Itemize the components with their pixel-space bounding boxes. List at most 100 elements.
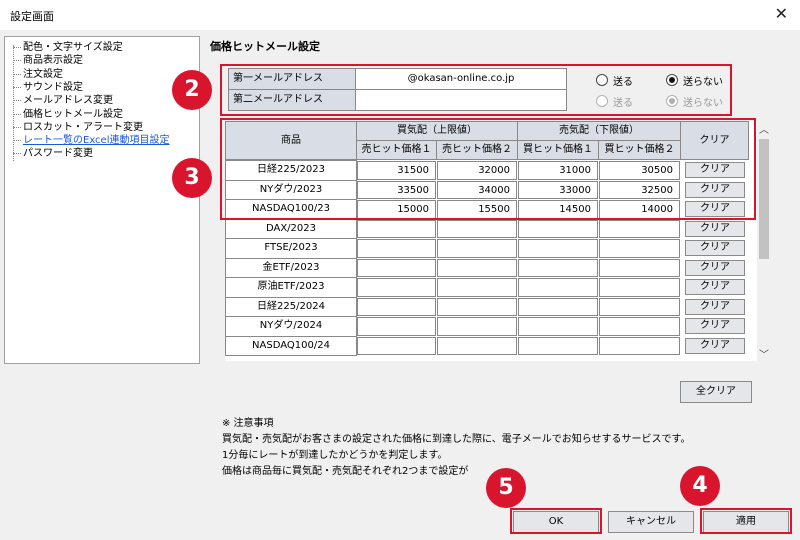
price-input[interactable] <box>599 258 680 277</box>
second-email-field[interactable] <box>355 89 567 111</box>
tree-item[interactable]: 注文設定 <box>13 68 63 81</box>
price-input[interactable] <box>599 219 680 238</box>
tree-item[interactable]: 商品表示設定 <box>13 54 83 67</box>
price-input[interactable] <box>437 239 517 258</box>
tree-item[interactable]: パスワード変更 <box>13 147 93 160</box>
price-input[interactable] <box>599 297 680 316</box>
price-input[interactable] <box>437 219 517 238</box>
row-clear-button[interactable]: クリア <box>685 181 745 198</box>
price-input[interactable] <box>357 297 436 316</box>
tree-item[interactable]: メールアドレス変更 <box>13 94 113 107</box>
first-email-label: 第一メールアドレス <box>228 68 356 90</box>
tree-item[interactable]: レート一覧のExcel連動項目設定 <box>13 134 170 147</box>
radio-off-icon <box>596 74 608 86</box>
price-input[interactable]: 33500 <box>357 180 436 199</box>
price-input[interactable] <box>599 239 680 258</box>
price-input[interactable] <box>437 258 517 277</box>
grid-scrollbar[interactable]: ︿ ﹀ <box>757 121 771 361</box>
product-name: 原油ETF/2023 <box>225 277 357 298</box>
header-sell: 売気配（下限値） <box>517 121 681 141</box>
notes-line: 1分毎にレートが到達したかどうかを判定します。 <box>222 450 448 461</box>
price-input[interactable]: 14000 <box>599 200 680 219</box>
price-input[interactable] <box>518 297 598 316</box>
price-input[interactable] <box>357 258 436 277</box>
scroll-up-icon[interactable]: ︿ <box>759 121 769 136</box>
price-input[interactable] <box>599 278 680 297</box>
cancel-button[interactable]: キャンセル <box>608 511 694 533</box>
price-input[interactable]: 14500 <box>518 200 598 219</box>
product-name: 日経225/2023 <box>225 160 357 181</box>
price-input[interactable] <box>437 278 517 297</box>
first-send-radio[interactable]: 送る <box>596 72 633 88</box>
settings-tree[interactable]: 配色・文字サイズ設定 商品表示設定 注文設定 サウンド設定 メールアドレス変更 価格ヒット… <box>4 36 200 364</box>
product-name: 日経225/2024 <box>225 296 357 317</box>
ok-button[interactable]: OK <box>513 511 599 533</box>
row-clear-button[interactable]: クリア <box>685 240 745 256</box>
notes-heading: ※ 注意事項 <box>222 418 274 429</box>
price-input[interactable]: 32500 <box>599 180 680 199</box>
price-input[interactable]: 30500 <box>599 161 680 180</box>
row-clear-button[interactable]: クリア <box>685 162 745 178</box>
price-input[interactable] <box>357 336 436 355</box>
tree-item[interactable]: サウンド設定 <box>13 81 83 94</box>
scroll-down-icon[interactable]: ﹀ <box>759 346 769 361</box>
price-input[interactable]: 32000 <box>437 161 517 180</box>
scroll-thumb[interactable] <box>759 139 769 259</box>
price-input[interactable] <box>357 219 436 238</box>
price-input[interactable]: 31000 <box>518 161 598 180</box>
price-input[interactable] <box>518 317 598 336</box>
row-clear-button[interactable]: クリア <box>685 318 745 334</box>
price-input[interactable] <box>357 278 436 297</box>
first-nosend-radio[interactable]: 送らない <box>666 72 723 88</box>
product-name: 金ETF/2023 <box>225 257 357 278</box>
price-input[interactable]: 33000 <box>518 180 598 199</box>
product-name: DAX/2023 <box>225 218 357 239</box>
price-input[interactable]: 15500 <box>437 200 517 219</box>
section-title: 価格ヒットメール設定 <box>210 40 320 53</box>
price-input[interactable] <box>437 317 517 336</box>
tree-item[interactable]: 配色・文字サイズ設定 <box>13 41 123 54</box>
price-input[interactable] <box>357 317 436 336</box>
price-input[interactable] <box>357 239 436 258</box>
title-bar: 設定画面 ✕ <box>0 0 800 30</box>
close-icon[interactable]: ✕ <box>775 4 788 23</box>
price-input[interactable]: 15000 <box>357 200 436 219</box>
apply-button[interactable]: 適用 <box>703 511 789 533</box>
tree-item[interactable]: ロスカット・アラート変更 <box>13 121 143 134</box>
second-send-label: 送る <box>613 97 633 109</box>
price-input[interactable] <box>518 278 598 297</box>
price-input[interactable] <box>437 297 517 316</box>
second-send-radio[interactable]: 送る <box>596 93 633 109</box>
row-clear-button[interactable]: クリア <box>685 201 745 217</box>
second-nosend-radio[interactable]: 送らない <box>666 93 723 109</box>
price-input[interactable] <box>518 336 598 355</box>
notes-line: 買気配・売気配がお客さまの設定された価格に到達した際に、電子メールでお知らせする… <box>222 434 691 445</box>
row-clear-button[interactable]: クリア <box>685 279 745 295</box>
price-input[interactable] <box>518 239 598 258</box>
row-clear-button[interactable]: クリア <box>685 259 745 276</box>
price-input[interactable] <box>518 258 598 277</box>
radio-on-icon <box>666 95 678 107</box>
product-name: FTSE/2023 <box>225 238 357 259</box>
header-product: 商品 <box>225 121 357 160</box>
notes: ※ 注意事項 買気配・売気配がお客さまの設定された価格に到達した際に、電子メール… <box>222 416 691 480</box>
step-badge-5: 5 <box>486 468 526 508</box>
first-email-field[interactable]: @okasan-online.co.jp <box>355 68 567 90</box>
price-input[interactable]: 34000 <box>437 180 517 199</box>
price-input[interactable] <box>599 317 680 336</box>
sub-header: 売ヒット価格２ <box>436 140 518 160</box>
row-clear-button[interactable]: クリア <box>685 220 745 237</box>
product-name: NASDAQ100/24 <box>225 335 357 356</box>
price-input[interactable] <box>599 336 680 355</box>
radio-off-icon <box>596 95 608 107</box>
price-input[interactable] <box>437 336 517 355</box>
row-clear-button[interactable]: クリア <box>685 298 745 315</box>
price-input[interactable] <box>518 219 598 238</box>
tree-item[interactable]: 価格ヒットメール設定 <box>13 108 123 121</box>
row-clear-button[interactable]: クリア <box>685 337 745 354</box>
first-send-label: 送る <box>613 76 633 88</box>
sub-header: 買ヒット価格２ <box>598 140 681 160</box>
all-clear-button[interactable]: 全クリア <box>680 381 752 403</box>
price-input[interactable]: 31500 <box>357 161 436 180</box>
tree-guide-line <box>13 45 14 161</box>
